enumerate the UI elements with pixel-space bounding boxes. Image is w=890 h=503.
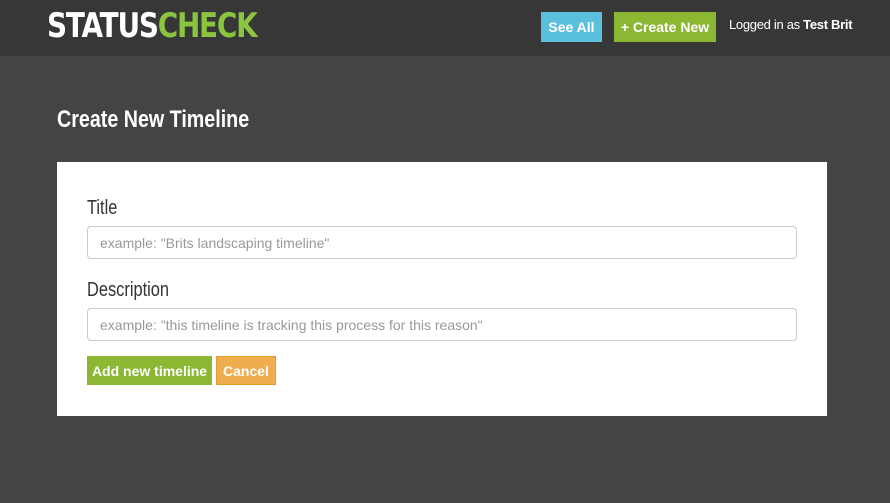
description-label: Description — [87, 279, 170, 301]
create-new-button[interactable]: + Create New — [614, 12, 716, 42]
app-logo[interactable]: STATUSCHECK — [47, 6, 258, 46]
see-all-button[interactable]: See All — [541, 12, 602, 42]
logo-text-status: STATUS — [47, 6, 159, 46]
title-label: Title — [87, 197, 118, 219]
description-input[interactable] — [87, 308, 797, 341]
top-navbar: STATUSCHECK See All + Create New Logged … — [0, 0, 890, 56]
title-input[interactable] — [87, 226, 797, 259]
user-name: Test Brit — [803, 17, 853, 32]
login-prefix: Logged in as — [729, 17, 804, 32]
logo-text-check: CHECK — [157, 6, 258, 46]
create-timeline-form: Title Description Add new timeline Cance… — [57, 162, 827, 416]
page-title: Create New Timeline — [57, 106, 250, 133]
login-status: Logged in as Test Brit — [729, 17, 853, 32]
cancel-button[interactable]: Cancel — [216, 356, 276, 385]
add-timeline-button[interactable]: Add new timeline — [87, 356, 212, 385]
